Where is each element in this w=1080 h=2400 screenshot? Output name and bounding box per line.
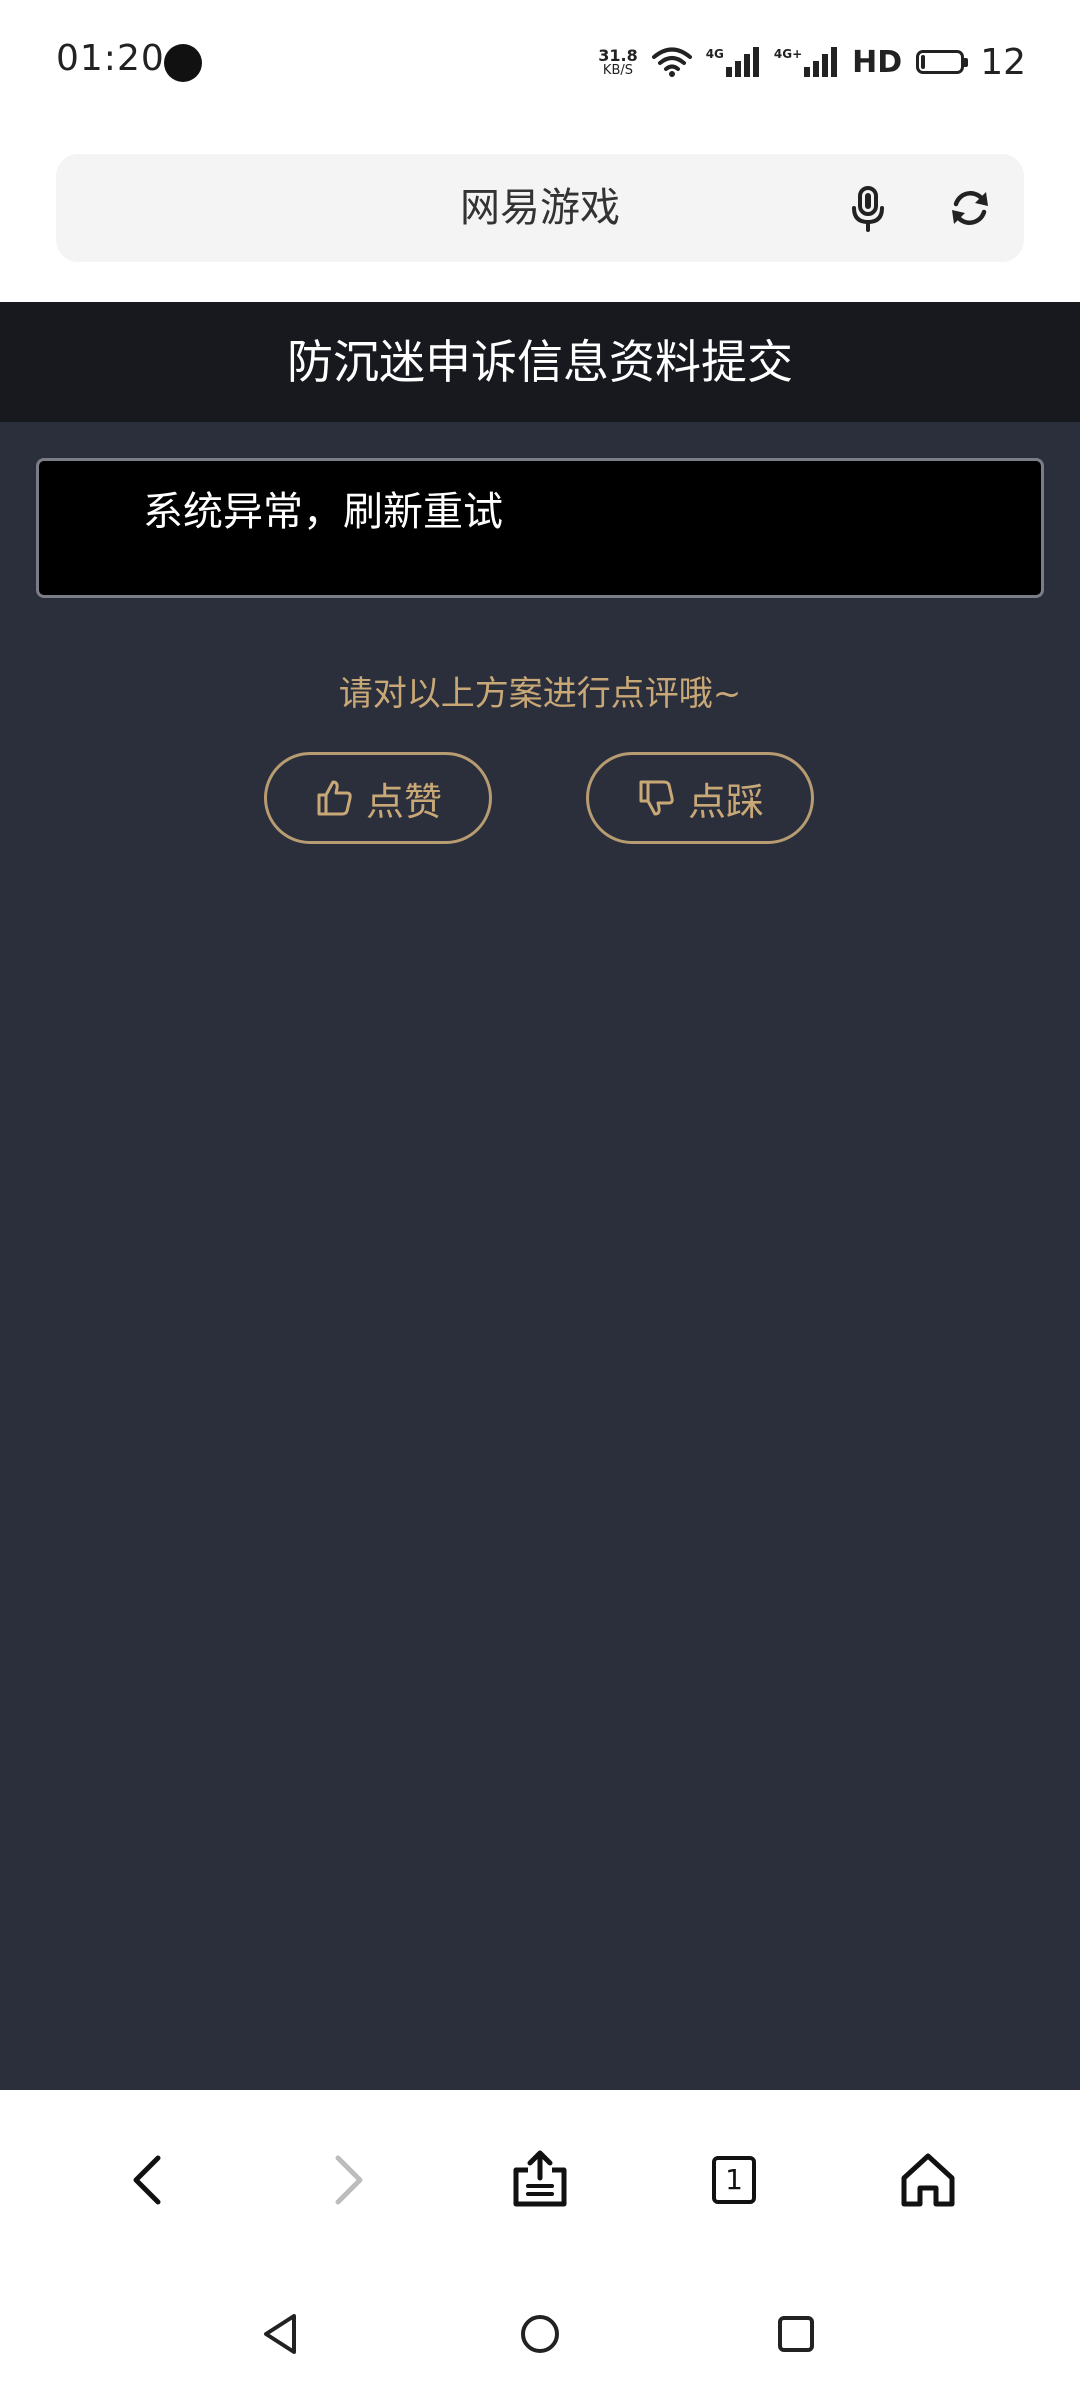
like-label: 点赞 [365,779,442,824]
signal-1: 4G [706,47,760,77]
status-time: 01:20 [56,38,165,79]
signal-bars-icon [725,47,759,77]
network-speed-unit: KB/S [602,62,633,78]
dislike-label: 点踩 [687,779,764,824]
error-message: 系统异常，刷新重试 [143,489,503,535]
message-box: 系统异常，刷新重试 [36,458,1044,598]
mic-icon[interactable] [842,182,894,234]
status-indicators: 31.8 KB/S 4G 4G+ HD 12 [598,38,1026,86]
signal-bars-icon [804,47,838,77]
forward-arrow-icon[interactable] [314,2148,378,2212]
browser-toolbar: 1 [0,2090,1080,2270]
battery-fill [921,55,926,69]
nav-recents-icon[interactable] [772,2310,820,2358]
network-speed-value: 31.8 [598,45,638,65]
system-navigation-bar [0,2270,1080,2400]
home-icon[interactable] [896,2148,960,2212]
battery-level: 12 [980,41,1026,83]
wifi-icon [651,47,692,77]
dislike-button[interactable]: 点踩 [586,752,814,844]
page-content: 系统异常，刷新重试 请对以上方案进行点评哦~ 点赞 点踩 [0,422,1080,2090]
page-header: 防沉迷申诉信息资料提交 [0,302,1080,422]
thumbs-down-icon [639,780,674,816]
tab-count: 1 [712,2156,756,2204]
tabs-button[interactable]: 1 [702,2148,766,2212]
thumbs-up-icon [317,780,352,816]
nav-home-icon[interactable] [516,2310,564,2358]
signal-1-label: 4G [705,47,724,61]
signal-2: 4G+ [774,47,838,77]
status-bar: 01:20 31.8 KB/S 4G 4G+ HD 12 [0,0,1080,126]
address-bar[interactable]: 网易游戏 [56,154,1024,262]
network-speed: 31.8 KB/S [598,45,638,78]
signal-2-label: 4G+ [773,47,803,61]
like-button[interactable]: 点赞 [264,752,492,844]
share-icon[interactable] [508,2148,572,2212]
refresh-icon[interactable] [944,182,996,234]
rating-prompt: 请对以上方案进行点评哦~ [338,674,742,714]
notification-dot-icon [164,44,202,82]
hd-voice-label: HD [852,44,903,80]
nav-back-icon[interactable] [258,2310,306,2358]
page-title: 防沉迷申诉信息资料提交 [287,335,793,389]
back-arrow-icon[interactable] [118,2148,182,2212]
battery-icon [916,50,969,74]
